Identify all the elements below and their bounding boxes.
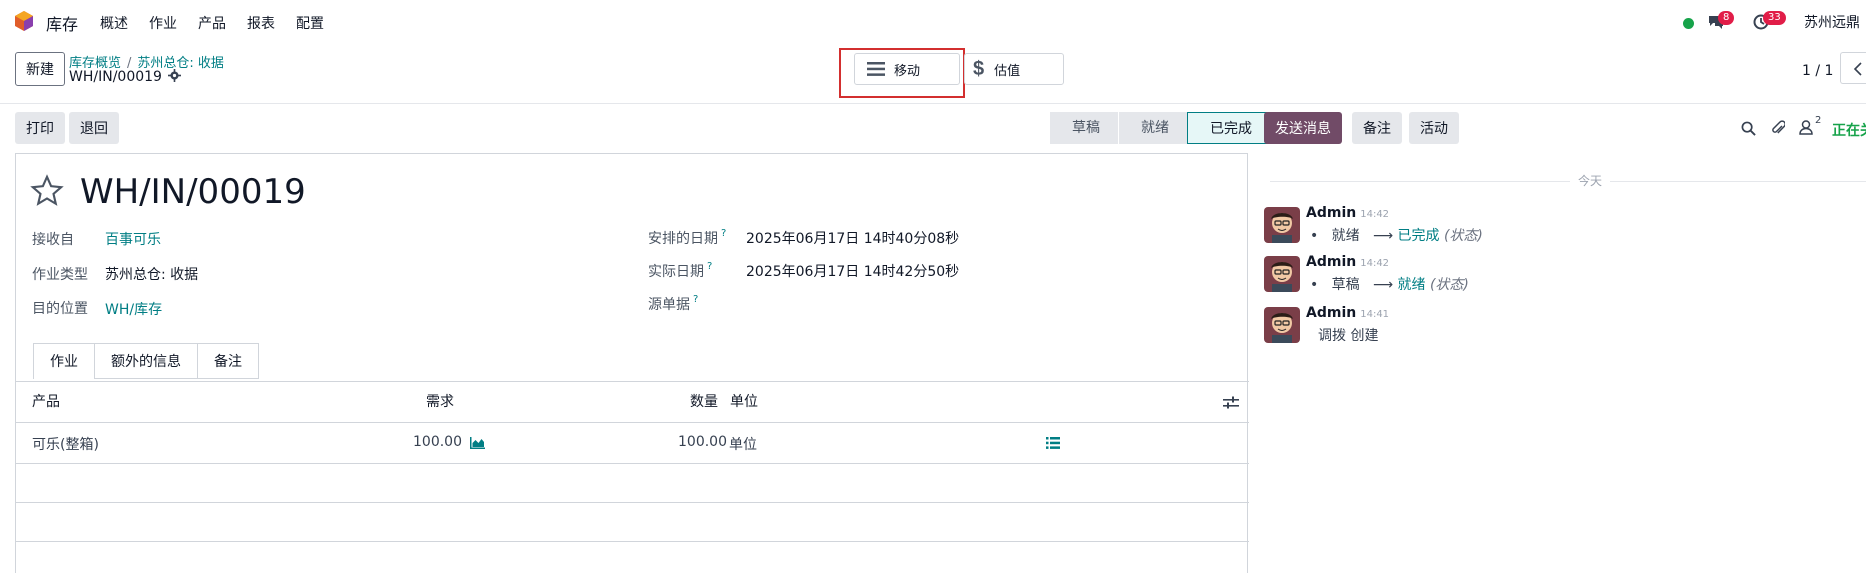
moves-smart-button[interactable]: 移动 — [854, 53, 960, 85]
column-settings-icon[interactable] — [1223, 396, 1239, 410]
message-time: 14:42 — [1360, 258, 1390, 269]
tracking-value: • 草稿 ⟶ 就绪 (状态) — [1310, 277, 1469, 293]
field-label-source-document: 源单据? — [648, 294, 699, 313]
pager-previous-button[interactable] — [1840, 52, 1866, 84]
message-author[interactable]: Admin 14:42 — [1306, 205, 1389, 221]
star-icon[interactable] — [30, 174, 64, 208]
date-separator-label: 今天 — [1570, 172, 1611, 189]
menu-overview[interactable]: 概述 — [100, 13, 128, 33]
search-icon[interactable] — [1741, 121, 1756, 136]
menu-operations[interactable]: 作业 — [149, 13, 177, 33]
field-operation-type[interactable]: 苏州总仓: 收据 — [105, 264, 198, 284]
activity-badge: 33 — [1763, 11, 1786, 25]
control-panel: 新建 库存概览 / 苏州总仓: 收据 WH/IN/00019 移动 $ 估值 1 /… — [0, 42, 1866, 104]
avatar[interactable] — [1264, 256, 1300, 292]
row-demand[interactable]: 100.00 — [413, 434, 462, 450]
field-label-destination: 目的位置 — [32, 301, 88, 317]
app-name[interactable]: 库存 — [46, 11, 78, 35]
valuation-smart-button[interactable]: $ 估值 — [964, 53, 1064, 85]
followers-icon[interactable] — [1799, 120, 1813, 135]
field-scheduled-date[interactable]: 2025年06月17日 14时40分08秒 — [746, 228, 959, 248]
field-label-operation-type: 作业类型 — [32, 267, 88, 283]
record-name: WH/IN/00019 — [69, 69, 182, 85]
message-time: 14:42 — [1360, 209, 1390, 220]
avatar[interactable] — [1264, 307, 1300, 343]
stage-ready[interactable]: 就绪 — [1118, 112, 1187, 144]
new-button[interactable]: 新建 — [15, 52, 65, 86]
col-quantity[interactable]: 数量 — [690, 382, 718, 422]
message-author[interactable]: Admin 14:42 — [1306, 254, 1389, 270]
gear-icon[interactable] — [168, 69, 182, 82]
row-uom[interactable]: 单位 — [729, 434, 757, 454]
date-separator — [1270, 181, 1866, 182]
tracking-value: • 就绪 ⟶ 已完成 (状态) — [1310, 228, 1483, 244]
tab-note[interactable]: 备注 — [198, 343, 259, 379]
row-product[interactable]: 可乐(整箱) — [32, 434, 99, 454]
stage-done[interactable]: 已完成 — [1187, 112, 1271, 144]
field-label-effective-date: 实际日期? — [648, 261, 713, 280]
forecast-chart-icon[interactable] — [470, 437, 485, 449]
message-time: 14:41 — [1360, 309, 1390, 320]
online-status-icon — [1683, 18, 1694, 29]
tab-additional-info[interactable]: 额外的信息 — [95, 343, 198, 379]
avatar[interactable] — [1264, 207, 1300, 243]
followers-count: 2 — [1815, 115, 1822, 126]
field-effective-date[interactable]: 2025年06月17日 14时42分50秒 — [746, 261, 959, 281]
tab-operations[interactable]: 作业 — [33, 343, 95, 379]
form-sheet: WH/IN/00019 接收自 百事可乐 作业类型 苏州总仓: 收据 目的位置 … — [15, 153, 1249, 573]
col-demand[interactable]: 需求 — [426, 382, 454, 422]
field-destination[interactable]: WH/库存 — [105, 299, 162, 319]
top-navbar: 库存 概述 作业 产品 报表 配置 8 33 苏州远鼎 — [0, 0, 1866, 42]
dollar-icon: $ — [973, 57, 985, 80]
print-button[interactable]: 打印 — [15, 112, 65, 144]
pager-value[interactable]: 1 / 1 — [1802, 63, 1833, 79]
record-title: WH/IN/00019 — [80, 172, 306, 212]
message-author[interactable]: Admin 14:41 — [1306, 305, 1389, 321]
field-label-scheduled-date: 安排的日期? — [648, 228, 727, 247]
chat-badge: 8 — [1718, 11, 1735, 25]
message-body: 调拨 创建 — [1318, 328, 1379, 344]
bars-icon — [867, 62, 885, 76]
activity-button[interactable]: 活动 — [1409, 112, 1459, 144]
col-product[interactable]: 产品 — [32, 382, 60, 422]
field-receive-from[interactable]: 百事可乐 — [105, 229, 161, 249]
menu-configuration[interactable]: 配置 — [296, 13, 324, 33]
menu-reporting[interactable]: 报表 — [247, 13, 275, 33]
table-row[interactable]: 可乐(整箱) 100.00 100.00 单位 — [16, 423, 1249, 463]
moves-label: 移动 — [894, 62, 921, 78]
field-label-receive-from: 接收自 — [32, 232, 74, 248]
inventory-app-icon[interactable] — [14, 10, 34, 32]
stage-draft[interactable]: 草稿 — [1050, 112, 1118, 144]
form-tabs: 作业 额外的信息 备注 — [33, 343, 259, 379]
valuation-label: 估值 — [994, 62, 1021, 78]
row-quantity[interactable]: 100.00 — [678, 434, 727, 450]
menu-products[interactable]: 产品 — [198, 13, 226, 33]
detailed-operations-list-icon[interactable] — [1046, 437, 1060, 449]
send-message-button[interactable]: 发送消息 — [1264, 112, 1342, 144]
main-menu: 概述 作业 产品 报表 配置 — [100, 13, 345, 33]
company-switcher[interactable]: 苏州远鼎 — [1804, 12, 1860, 32]
paperclip-icon[interactable] — [1771, 120, 1785, 136]
chevron-left-icon — [1853, 62, 1862, 76]
record-name-text: WH/IN/00019 — [69, 69, 162, 85]
return-button[interactable]: 退回 — [69, 112, 119, 144]
follow-button[interactable]: 正在关 — [1832, 120, 1866, 140]
log-note-button[interactable]: 备注 — [1352, 112, 1402, 144]
col-uom[interactable]: 单位 — [730, 382, 758, 422]
status-bar: 草稿 就绪 已完成 — [1050, 112, 1271, 144]
